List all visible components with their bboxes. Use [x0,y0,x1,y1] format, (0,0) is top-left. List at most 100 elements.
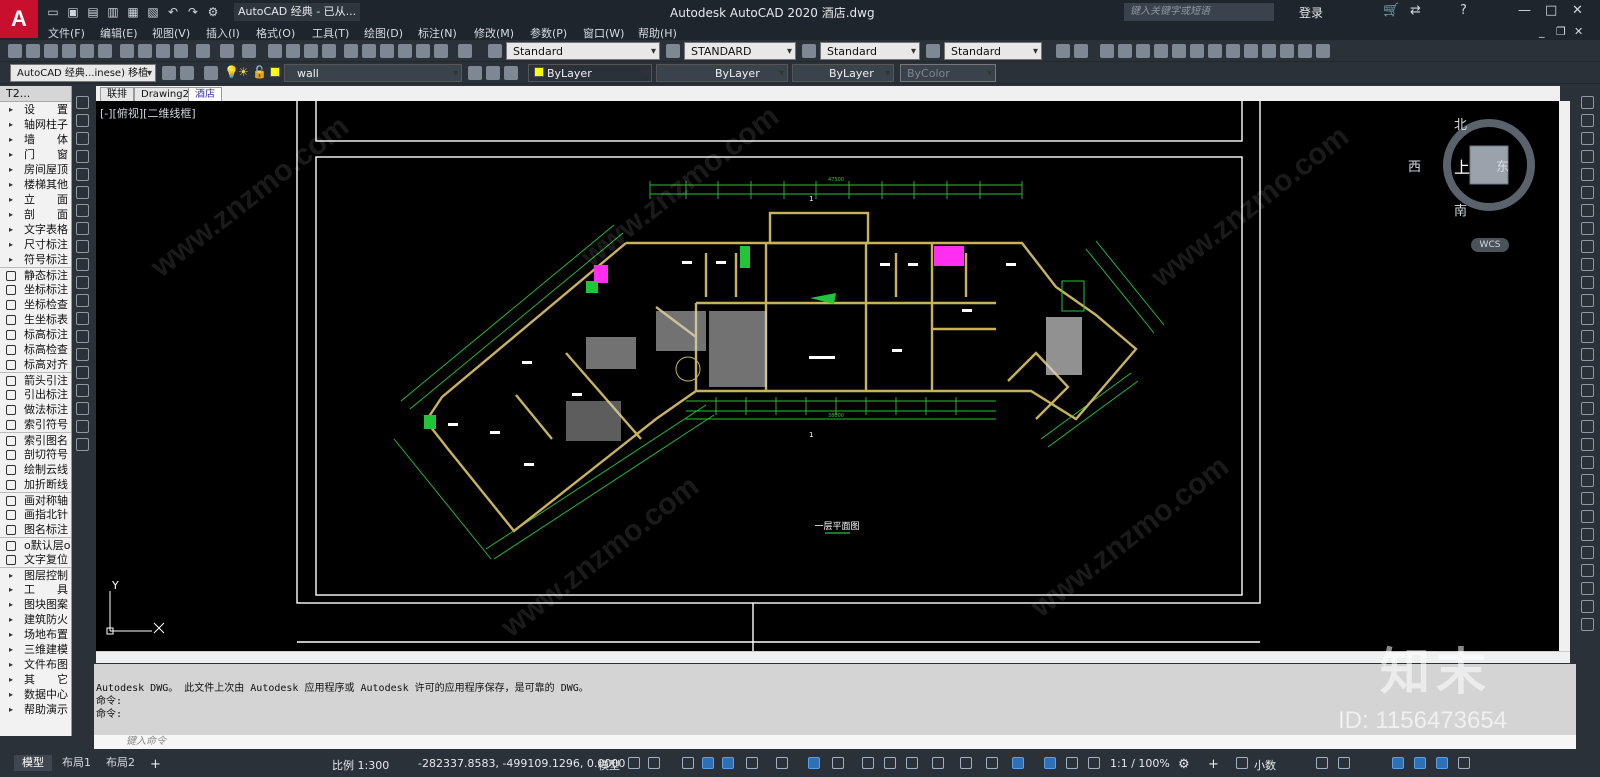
cube-top-face[interactable]: 上 [1454,154,1470,178]
palette-item[interactable]: ▸ 尺寸标注 [0,237,71,252]
light-2-icon[interactable] [1118,44,1132,58]
dim-style-icon[interactable] [666,44,680,58]
compass-north[interactable]: 北 [1454,114,1467,133]
redo-tool-icon[interactable] [242,44,256,58]
modify-tool-icon[interactable] [1581,546,1594,559]
plot-icon[interactable] [62,44,76,58]
palette-item[interactable]: 剖切符号 [0,447,71,462]
polar-icon[interactable] [746,757,758,769]
menu-modify[interactable]: 修改(M) [474,25,514,41]
transparency-icon[interactable] [884,757,896,769]
render-env-icon[interactable] [1298,44,1312,58]
palette-item[interactable]: ▸ 轴网柱子 [0,117,71,132]
tab-hotel[interactable]: 酒店 [188,87,222,101]
palette-item[interactable]: ▸ 帮助演示 [0,702,71,717]
modify-tool-icon[interactable] [1581,528,1594,541]
open-file-icon[interactable] [26,44,40,58]
customization-icon[interactable] [1458,757,1470,769]
palette-item[interactable]: ▸ 符号标注 [0,252,71,267]
draw-tool-icon[interactable] [76,276,89,289]
compass-west[interactable]: 西 [1408,156,1421,175]
palette-item[interactable]: 标高检查 [0,342,71,357]
auto-scale-icon[interactable] [1066,757,1078,769]
palette-item[interactable]: 标高标注 [0,327,71,342]
draw-tool-icon[interactable] [76,132,89,145]
tab-lianpai[interactable]: 联排 [100,87,134,101]
material-icon[interactable] [1190,44,1204,58]
publish-icon[interactable]: ▦ [126,5,140,19]
doc-minimize-icon[interactable]: _ [1539,25,1545,38]
draw-tool-icon[interactable] [76,348,89,361]
menu-window[interactable]: 窗口(W) [583,25,624,41]
palette-item[interactable]: ▸ 房间屋顶 [0,162,71,177]
minimize-icon[interactable]: — [1518,3,1531,18]
selection-filter-icon[interactable] [986,757,998,769]
quick-properties-icon[interactable] [1316,757,1328,769]
table-style-select[interactable]: Standard [820,42,920,61]
modify-tool-icon[interactable] [1581,492,1594,505]
palette-item[interactable]: 生坐标表 [0,312,71,327]
sheet-set-icon[interactable] [398,44,412,58]
menu-tools[interactable]: 工具(T) [312,25,349,41]
pan-icon[interactable] [268,44,282,58]
menu-params[interactable]: 参数(P) [530,25,567,41]
palette-item[interactable]: ▸ 图块图案 [0,597,71,612]
modify-tool-icon[interactable] [1581,456,1594,469]
viewcube[interactable]: 北 南 东 西 上 [1408,114,1544,226]
palette-item[interactable]: ▸ 其 它 [0,672,71,687]
gizmo-icon[interactable] [1012,757,1024,769]
annotation-scale-readout[interactable]: 1:1 / 100% [1110,757,1170,770]
scale-readout[interactable]: 比例 1:300 [332,757,389,773]
draw-tool-icon[interactable] [76,222,89,235]
osnap-icon[interactable] [832,757,844,769]
tool-palettes-icon[interactable] [380,44,394,58]
doc-close-icon[interactable]: ✕ [1574,25,1583,38]
help-tool-icon[interactable] [458,44,472,58]
infer-icon[interactable] [682,757,694,769]
palette-item[interactable]: 图名标注 [0,522,71,537]
unlock-icon[interactable]: 🔓 [252,65,267,79]
menu-help[interactable]: 帮助(H) [638,25,677,41]
menu-format[interactable]: 格式(O) [256,25,295,41]
units-readout[interactable]: 小数 [1254,757,1276,773]
draw-tool-icon[interactable] [76,294,89,307]
draw-tool-icon[interactable] [76,312,89,325]
modify-tool-icon[interactable] [1581,510,1594,523]
exchange-icon[interactable]: ⇄ [1410,3,1421,18]
camera-icon[interactable] [1226,44,1240,58]
paste-icon[interactable] [156,44,170,58]
palette-item[interactable]: 索引图名 [0,432,71,447]
visual-style-2-icon[interactable] [1074,44,1088,58]
add-layout-icon[interactable]: + [150,757,161,772]
grid-icon[interactable] [628,757,640,769]
modify-tool-icon[interactable] [1581,186,1594,199]
snap-icon[interactable] [648,757,660,769]
make-current-icon[interactable] [468,66,482,80]
publish-3d-icon[interactable] [98,44,112,58]
palette-item[interactable]: ▸ 楼梯其他 [0,177,71,192]
horizontal-scrollbar[interactable] [96,651,1570,663]
palette-item[interactable]: 画对称轴 [0,492,71,507]
save-file-icon[interactable] [44,44,58,58]
mleader-style-select[interactable]: Standard [944,42,1042,61]
modify-tool-icon[interactable] [1581,240,1594,253]
save-icon[interactable]: ▤ [86,5,100,19]
login-button[interactable]: 登录 [1299,4,1323,21]
quickcalc-icon[interactable] [434,44,448,58]
block-editor-icon[interactable] [196,44,210,58]
plotstyle-select[interactable]: ByColor [900,64,996,83]
layer-select[interactable]: wall [284,64,462,83]
layer-previous-icon[interactable] [486,66,500,80]
zoom-window-icon[interactable] [304,44,318,58]
modify-tool-icon[interactable] [1581,96,1594,109]
modify-tool-icon[interactable] [1581,582,1594,595]
print-icon[interactable]: ▧ [146,5,160,19]
lock-ui-icon[interactable] [1338,757,1350,769]
modify-tool-icon[interactable] [1581,618,1594,631]
palette-item[interactable]: ▸ 图层控制 [0,567,71,582]
palette-item[interactable]: ▸ 三维建模 [0,642,71,657]
clean-screen-icon[interactable] [1436,757,1448,769]
draw-tool-icon[interactable] [76,420,89,433]
qnew-icon[interactable] [8,44,22,58]
draw-tool-icon[interactable] [76,330,89,343]
